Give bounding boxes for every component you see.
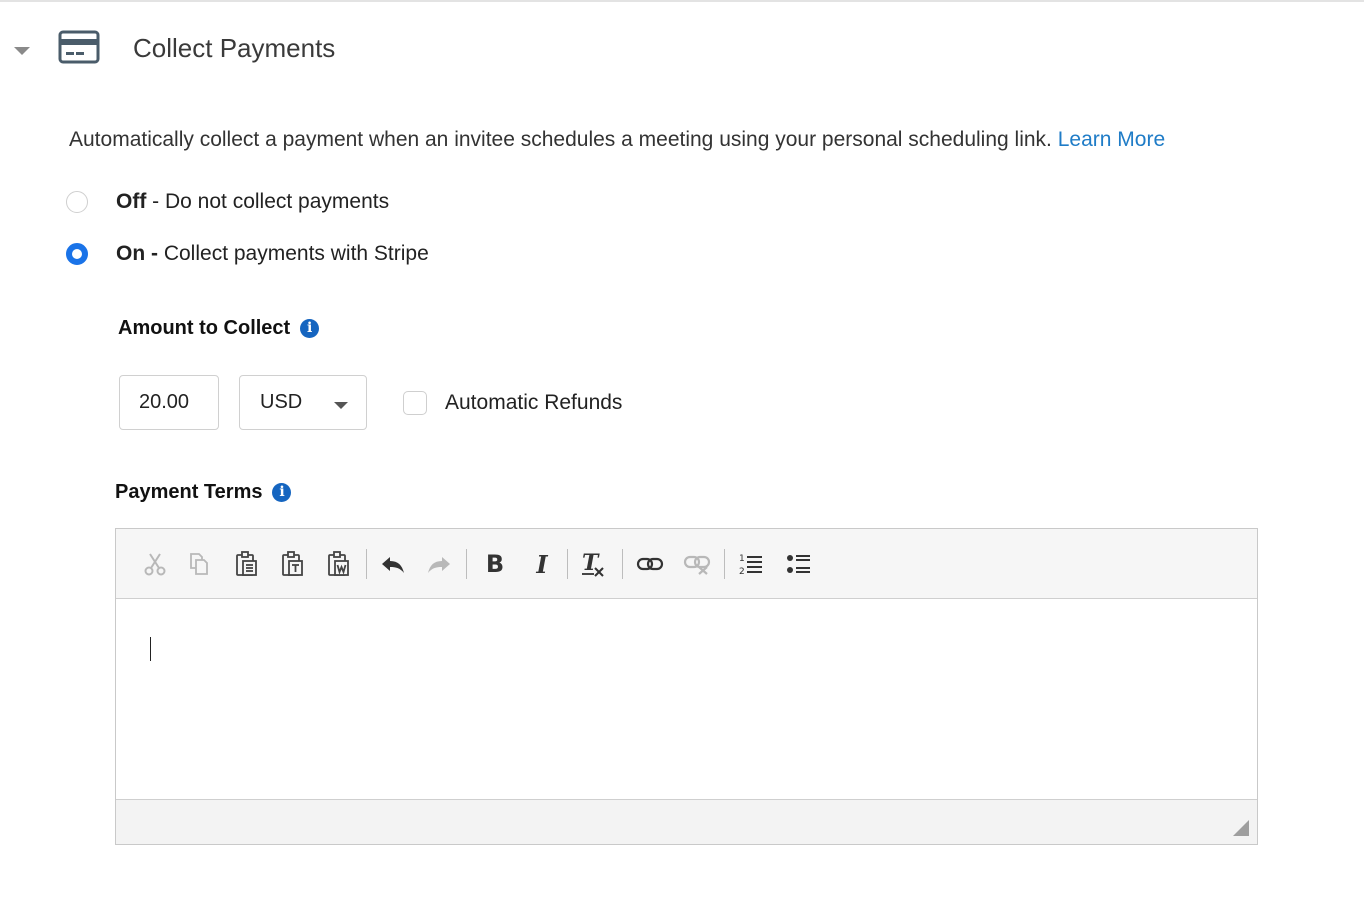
copy-icon[interactable] — [184, 547, 214, 581]
terms-edit-area[interactable] — [116, 599, 1257, 799]
chevron-down-icon — [334, 402, 348, 409]
currency-value: USD — [260, 391, 303, 413]
radio-off-label: Off — [116, 190, 147, 213]
radio-option-off[interactable]: Off - Do not collect payments — [66, 187, 389, 217]
toolbar-separator — [466, 549, 467, 579]
italic-icon[interactable]: I — [527, 547, 557, 581]
top-divider — [0, 0, 1364, 2]
automatic-refunds-checkbox[interactable] — [403, 391, 427, 415]
bulleted-list-icon[interactable] — [784, 547, 814, 581]
text-cursor — [150, 637, 151, 661]
amount-label-row: Amount to Collect i — [118, 317, 320, 340]
radio-on-label: On - — [116, 242, 158, 265]
radio-off[interactable] — [66, 191, 88, 213]
svg-text:T: T — [582, 550, 600, 576]
unlink-icon[interactable] — [682, 547, 712, 581]
svg-text:2: 2 — [739, 567, 745, 577]
credit-card-icon — [58, 30, 100, 64]
toolbar-separator — [724, 549, 725, 579]
terms-label-row: Payment Terms i — [115, 481, 292, 504]
paste-text-icon[interactable] — [278, 547, 308, 581]
radio-on[interactable] — [66, 243, 88, 265]
undo-icon[interactable] — [378, 547, 408, 581]
automatic-refunds-label: Automatic Refunds — [445, 391, 623, 414]
resize-handle-icon[interactable] — [1233, 820, 1249, 836]
bold-icon[interactable]: B — [480, 547, 510, 581]
info-icon[interactable]: i — [300, 319, 320, 338]
radio-on-description: Collect payments with Stripe — [158, 242, 429, 265]
info-icon[interactable]: i — [272, 483, 292, 502]
rich-text-editor[interactable]: B I T 12 — [115, 528, 1258, 845]
numbered-list-icon[interactable]: 12 — [736, 547, 766, 581]
cut-icon[interactable] — [140, 547, 170, 581]
amount-input[interactable]: 20.00 — [119, 375, 219, 430]
toolbar-separator — [622, 549, 623, 579]
description: Automatically collect a payment when an … — [69, 128, 1165, 152]
terms-label: Payment Terms — [115, 481, 263, 503]
amount-label: Amount to Collect — [118, 317, 291, 339]
section-header[interactable]: Collect Payments — [0, 20, 1364, 80]
collapse-caret-icon[interactable] — [14, 47, 30, 55]
currency-select[interactable]: USD — [239, 375, 367, 430]
description-text: Automatically collect a payment when an … — [69, 128, 1052, 151]
section-title: Collect Payments — [133, 33, 336, 63]
paste-word-icon[interactable] — [324, 547, 354, 581]
amount-value: 20.00 — [139, 391, 190, 413]
editor-statusbar — [116, 799, 1257, 844]
redo-icon[interactable] — [424, 547, 454, 581]
svg-text:1: 1 — [739, 554, 745, 564]
automatic-refunds-option[interactable]: Automatic Refunds — [403, 389, 622, 417]
paste-icon[interactable] — [232, 547, 262, 581]
toolbar-separator — [366, 549, 367, 579]
toolbar-separator — [567, 549, 568, 579]
editor-toolbar: B I T 12 — [116, 529, 1257, 599]
learn-more-link[interactable]: Learn More — [1058, 128, 1165, 151]
radio-option-on[interactable]: On - Collect payments with Stripe — [66, 239, 429, 269]
radio-off-description: - Do not collect payments — [146, 190, 390, 213]
remove-format-icon[interactable]: T — [579, 547, 609, 581]
link-icon[interactable] — [635, 547, 665, 581]
